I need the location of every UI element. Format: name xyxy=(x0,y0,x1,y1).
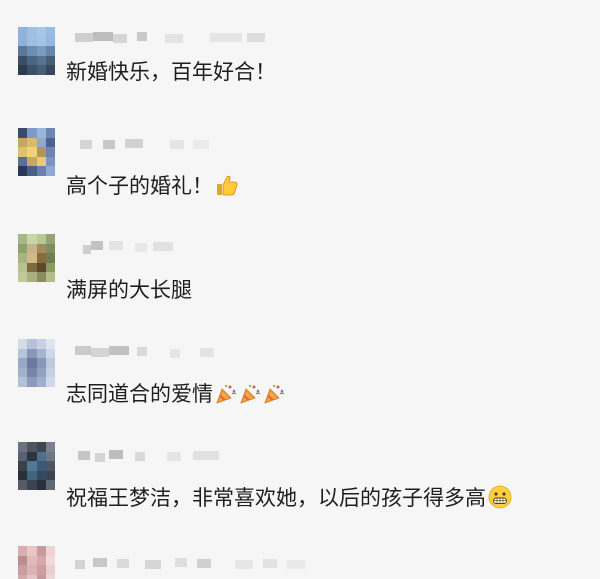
avatar[interactable] xyxy=(18,234,55,282)
comment-text: 祝福王梦洁，非常喜欢她，以后的孩子得多高 xyxy=(66,484,512,516)
comment-item: 高个子的婚礼！ xyxy=(0,126,600,216)
grinning-face-icon xyxy=(488,485,512,516)
username-redacted xyxy=(75,342,495,362)
comment-text-content: 祝福王梦洁，非常喜欢她，以后的孩子得多高 xyxy=(66,486,486,510)
avatar[interactable] xyxy=(18,128,55,176)
comment-text: 高个子的婚礼！ xyxy=(66,172,239,204)
username-redacted xyxy=(75,28,495,48)
comment-item: 满屏的大长腿 xyxy=(0,228,600,318)
comment-text-content: 高个子的婚礼！ xyxy=(66,174,213,198)
avatar[interactable] xyxy=(18,27,55,75)
party-popper-icon xyxy=(263,383,285,412)
comment-item xyxy=(0,542,600,579)
comment-item: 祝福王梦洁，非常喜欢她，以后的孩子得多高 xyxy=(0,438,600,528)
comment-text-content: 志同道合的爱情 xyxy=(66,382,213,406)
avatar[interactable] xyxy=(18,339,55,387)
comment-item: 志同道合的爱情 xyxy=(0,334,600,424)
comment-list: 新婚快乐，百年好合！ 高个子的婚礼！ 满屏的大长腿 志同道合的爱情 祝福王梦洁，… xyxy=(0,0,600,579)
username-redacted xyxy=(75,134,495,154)
comment-text: 志同道合的爱情 xyxy=(66,380,285,412)
username-redacted xyxy=(75,446,495,466)
avatar[interactable] xyxy=(18,442,55,490)
party-popper-icon xyxy=(239,383,261,412)
thumbs-up-icon xyxy=(215,173,239,204)
avatar[interactable] xyxy=(18,546,55,579)
comment-text: 满屏的大长腿 xyxy=(66,278,192,302)
username-redacted xyxy=(75,236,495,256)
comment-text: 新婚快乐，百年好合！ xyxy=(66,60,276,84)
comment-item: 新婚快乐，百年好合！ xyxy=(0,20,600,110)
username-redacted xyxy=(75,550,495,570)
party-popper-icon xyxy=(215,383,237,412)
